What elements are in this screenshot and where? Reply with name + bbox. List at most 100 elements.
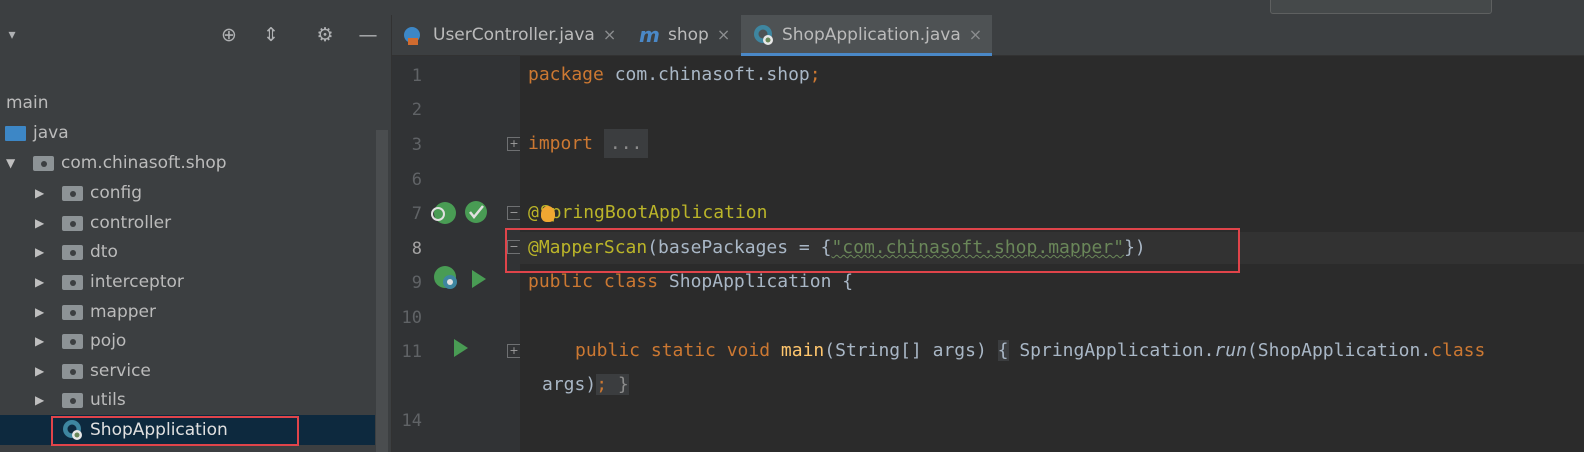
project-tool-window: ▾ ⊕ ⇕ ⚙ — main java ▼ com.chinasoft.shop…: [0, 15, 392, 452]
line-number: 1: [411, 66, 422, 86]
locate-icon[interactable]: ⊕: [217, 23, 241, 47]
collapsed-arrow-icon[interactable]: ▶: [35, 237, 49, 267]
tree-item-controller[interactable]: ▶ controller: [0, 208, 375, 238]
collapsed-arrow-icon[interactable]: ▶: [35, 178, 49, 208]
line-number: 7: [411, 204, 422, 224]
package-folder-icon: [62, 364, 83, 379]
code-text: (ShopApplication.: [1246, 340, 1432, 361]
run-icon[interactable]: [472, 270, 486, 288]
package-folder-icon: [62, 216, 83, 231]
code-text: (String[] args): [824, 340, 998, 361]
tab-label: ShopApplication.java: [782, 25, 961, 45]
tree-item-main[interactable]: main: [0, 88, 375, 118]
tree-item-dto[interactable]: ▶ dto: [0, 237, 375, 267]
code-line-3: import ...: [528, 129, 649, 158]
tree-item-mapper[interactable]: ▶ mapper: [0, 297, 375, 327]
package-folder-icon: [62, 186, 83, 201]
tree-item-label: pojo: [90, 331, 127, 351]
tree-item-label: java: [33, 123, 69, 143]
collapsed-arrow-icon[interactable]: ▶: [35, 267, 49, 297]
fold-expand-icon[interactable]: +: [507, 137, 521, 151]
tab-label: shop: [668, 25, 709, 45]
fold-collapse-icon[interactable]: −: [507, 206, 521, 220]
keyword: public static void: [575, 340, 781, 361]
class-name: ShopApplication {: [668, 271, 854, 292]
line-number: 6: [411, 170, 422, 190]
code-line-1: package com.chinasoft.shop;: [528, 64, 821, 85]
annotation: SpringBootApplication: [539, 202, 768, 223]
method-name: main: [780, 340, 825, 361]
hide-icon[interactable]: —: [356, 23, 380, 47]
code-line-7: @SpringBootApplication: [528, 202, 767, 223]
expanded-arrow-icon[interactable]: ▼: [6, 148, 20, 178]
line-number: 14: [401, 411, 422, 431]
source-folder-icon: [5, 126, 26, 141]
tree-item-label: utils: [90, 390, 126, 410]
line-number: 2: [411, 100, 422, 120]
fold-expand-icon[interactable]: +: [507, 344, 521, 358]
tree-item-label: controller: [90, 213, 172, 233]
semicolon: ;: [596, 374, 608, 395]
close-icon[interactable]: ×: [717, 25, 730, 44]
method-call: run: [1214, 340, 1247, 361]
tree-item-label: mapper: [90, 302, 157, 322]
collapse-all-icon[interactable]: ⇕: [259, 23, 283, 47]
java-class-icon: [404, 27, 420, 45]
line-number: 3: [411, 135, 422, 155]
run-icon[interactable]: [454, 339, 468, 357]
intention-lightbulb-icon[interactable]: [541, 206, 555, 222]
keyword: public class: [528, 271, 669, 292]
close-icon[interactable]: ×: [603, 25, 616, 44]
tree-item-label: main: [6, 93, 49, 113]
package-name: com.chinasoft.shop: [614, 64, 810, 85]
tab-shop[interactable]: m shop ×: [629, 15, 739, 55]
folded-brace[interactable]: }: [607, 374, 629, 395]
maven-icon: m: [639, 23, 660, 47]
highlight-box-code: [505, 228, 1240, 273]
package-folder-icon: [62, 334, 83, 349]
line-number: 8: [411, 239, 422, 259]
tree-item-service[interactable]: ▶ service: [0, 356, 375, 386]
editor-gutter[interactable]: 1 2 3 6 7 8 9 10 11 14: [392, 56, 520, 452]
collapsed-arrow-icon[interactable]: ▶: [35, 326, 49, 356]
highlight-box-tree: [51, 416, 299, 446]
settings-icon[interactable]: ⚙: [313, 23, 337, 47]
tree-item-com-chinasoft-shop[interactable]: ▼ com.chinasoft.shop: [0, 148, 375, 178]
tab-label: UserController.java: [433, 25, 595, 45]
vertical-scrollbar[interactable]: [376, 130, 388, 452]
collapsed-arrow-icon[interactable]: ▶: [35, 385, 49, 415]
package-folder-icon: [62, 305, 83, 320]
tree-item-utils[interactable]: ▶ utils: [0, 385, 375, 415]
tree-item-java[interactable]: java: [0, 118, 375, 148]
tree-item-label: service: [90, 361, 151, 381]
collapse-arrow-icon[interactable]: ▾: [0, 23, 24, 47]
folded-brace[interactable]: {: [997, 340, 1009, 361]
line-number: 11: [401, 342, 422, 362]
tree-item-pojo[interactable]: ▶ pojo: [0, 326, 375, 356]
annotation-at: @: [528, 202, 539, 223]
tab-shopapplication[interactable]: ShopApplication.java ×: [741, 15, 992, 56]
tree-item-interceptor[interactable]: ▶ interceptor: [0, 267, 375, 297]
line-number: 9: [411, 273, 422, 293]
code-text: SpringApplication.: [1008, 340, 1215, 361]
tree-item-config[interactable]: ▶ config: [0, 178, 375, 208]
tree-item-label: config: [90, 183, 143, 203]
code-line-11: public static void main(String[] args) {…: [575, 340, 1485, 361]
spring-bean-navigation-icon[interactable]: [430, 198, 492, 228]
spring-boot-icon: [754, 25, 773, 45]
run-configuration-selector[interactable]: [1270, 0, 1492, 14]
collapsed-arrow-icon[interactable]: ▶: [35, 208, 49, 238]
folded-imports[interactable]: ...: [603, 129, 649, 158]
collapsed-arrow-icon[interactable]: ▶: [35, 356, 49, 386]
spring-boot-bean-icon[interactable]: [432, 264, 462, 294]
close-icon[interactable]: ×: [969, 25, 982, 44]
package-folder-icon: [62, 275, 83, 290]
editor-tab-bar: UserController.java × m shop × ShopApplica…: [392, 15, 1584, 56]
code-line-9: public class ShopApplication {: [528, 271, 853, 292]
collapsed-arrow-icon[interactable]: ▶: [35, 297, 49, 327]
tab-usercontroller[interactable]: UserController.java ×: [392, 15, 628, 55]
code-text: args): [542, 374, 597, 395]
line-number: 10: [401, 308, 422, 328]
semicolon: ;: [809, 64, 821, 85]
tree-item-label: interceptor: [90, 272, 184, 292]
